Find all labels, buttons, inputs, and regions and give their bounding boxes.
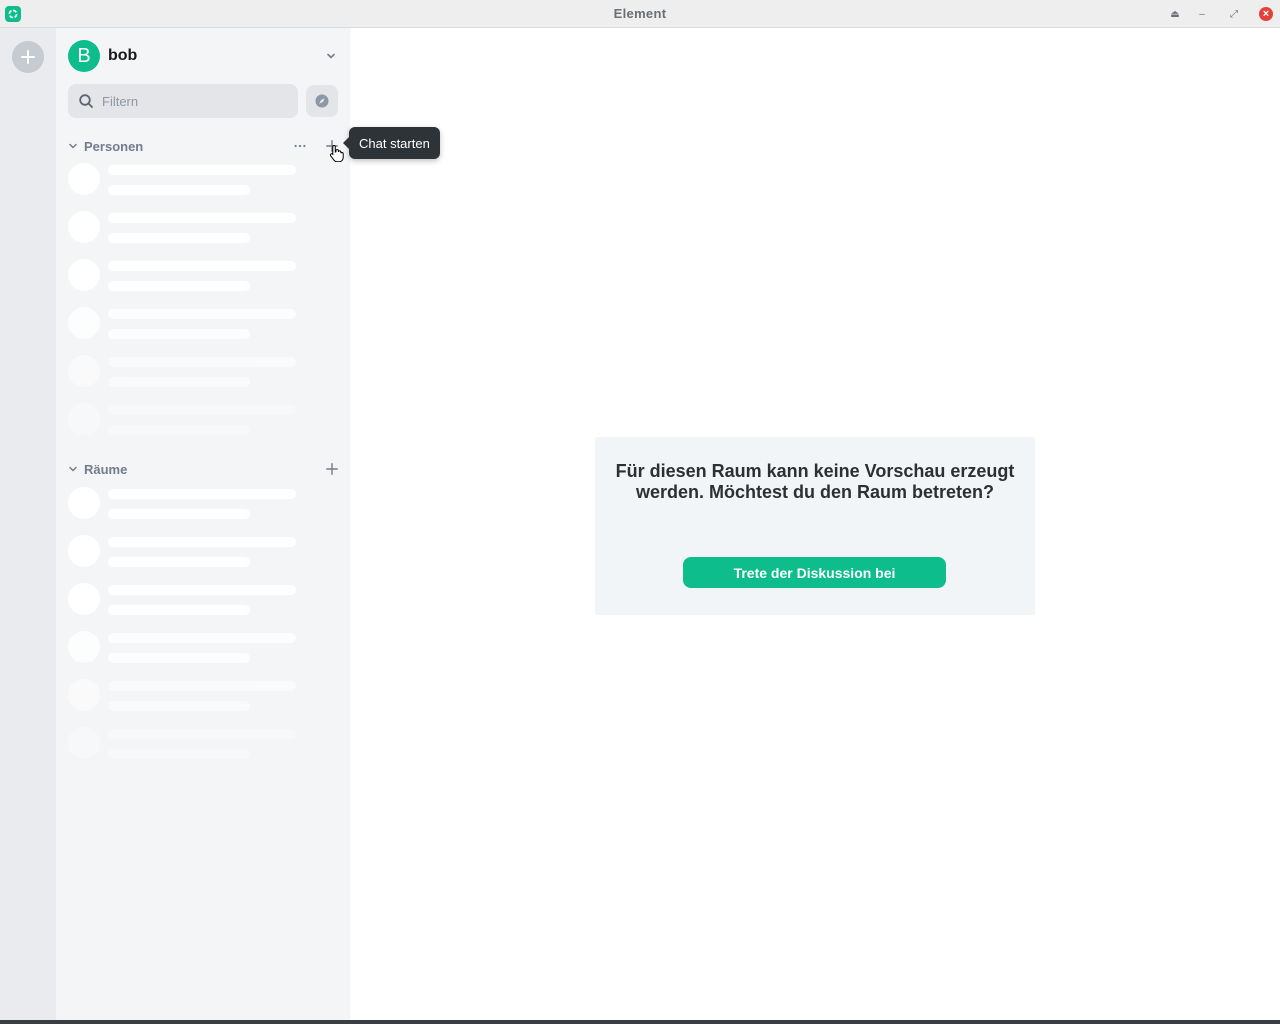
username: bob [108,47,138,64]
list-item [68,259,298,299]
close-icon[interactable]: × [1259,7,1273,21]
list-item [68,355,298,395]
restore-icon[interactable]: ⤢ [1227,7,1241,21]
search-box[interactable] [68,84,298,118]
section-options-button[interactable] [292,138,308,154]
list-item [68,535,298,575]
list-item [68,163,298,203]
title-bar: Element ⏏ – ⤢ × [0,0,1280,28]
room-list-panel: B bob Personen Räume [56,28,350,1020]
preview-message: Für diesen Raum kann keine Vorschau erze… [615,461,1015,502]
section-header-rooms[interactable]: Räume [68,459,340,479]
compass-icon [315,94,329,108]
list-item [68,583,298,623]
section-label: Personen [84,138,144,154]
create-space-button[interactable] [12,41,44,73]
chevron-down-icon[interactable] [324,49,338,63]
minimize-icon[interactable]: – [1195,7,1209,21]
list-item [68,403,298,443]
section-label: Räume [84,461,128,477]
list-item [68,487,298,527]
more-icon [294,144,306,148]
user-menu[interactable]: B bob [68,40,338,72]
list-item [68,679,298,719]
add-room-button[interactable] [324,461,340,477]
chevron-down-icon[interactable] [68,141,78,151]
hand-cursor-icon [329,144,344,162]
plus-icon [21,50,35,64]
room-preview-box: Für diesen Raum kann keine Vorschau erze… [595,437,1035,615]
list-item [68,211,298,251]
list-item [68,307,298,347]
plus-icon [326,463,338,475]
section-header-people[interactable]: Personen [68,136,340,156]
start-chat-tooltip: Chat starten [343,127,440,159]
list-item [68,727,298,767]
chevron-down-icon[interactable] [68,464,78,474]
taskbar-edge [0,1020,1280,1024]
join-discussion-button[interactable]: Trete der Diskussion bei [683,557,946,588]
space-bar [0,28,56,1020]
window-title: Element [613,6,667,21]
eject-icon[interactable]: ⏏ [1168,7,1182,21]
list-item [68,631,298,671]
search-icon [79,94,93,108]
explore-rooms-button[interactable] [306,85,338,117]
avatar: B [68,40,100,72]
search-input[interactable] [102,93,282,109]
